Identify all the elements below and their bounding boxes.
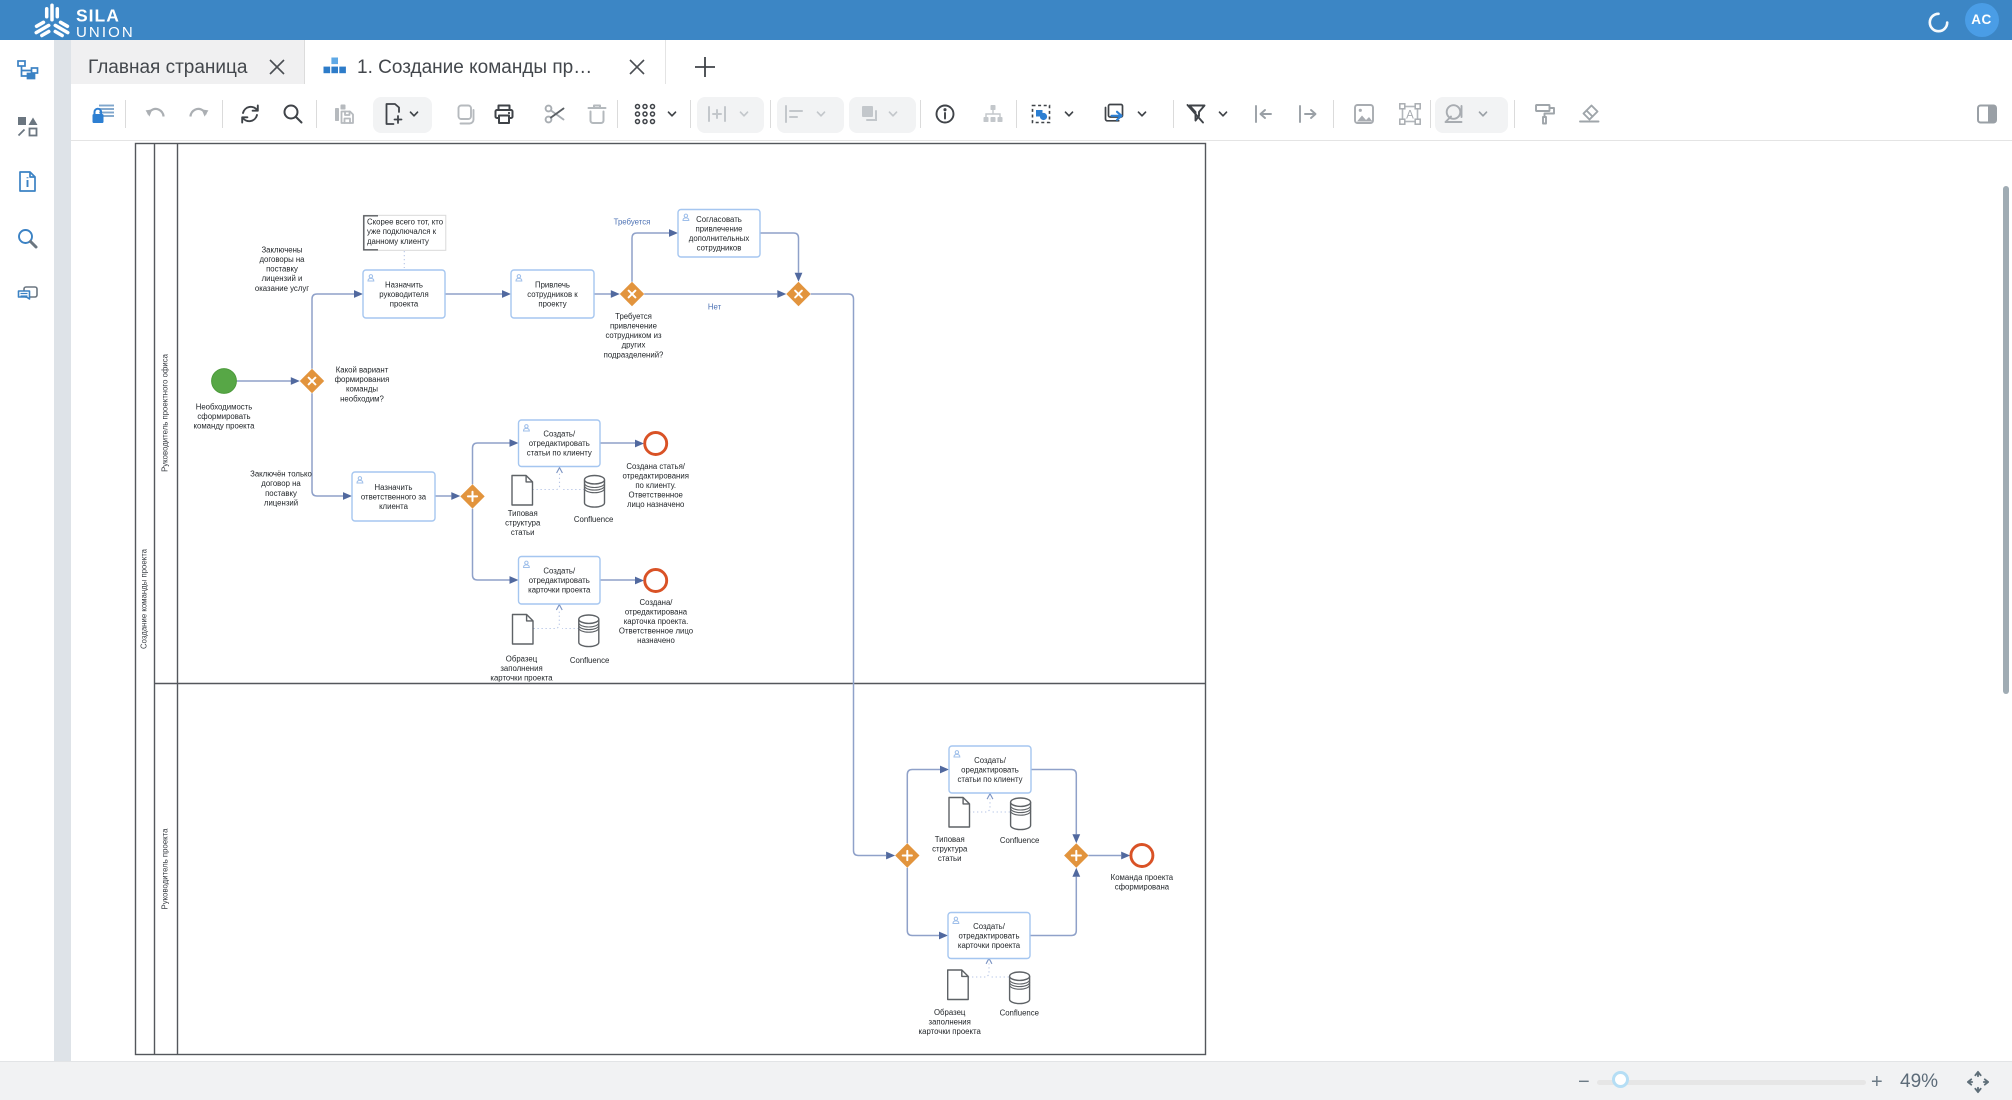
svg-text:Образецзаполнениякарточки прое: Образецзаполнениякарточки проекта: [919, 1008, 982, 1036]
svg-text:Нет: Нет: [708, 303, 722, 312]
svg-text:Требуетсяпривлечениесотруднико: Требуетсяпривлечениесотрудником издругих…: [604, 312, 664, 359]
svg-text:Руководитель проектного офиса: Руководитель проектного офиса: [161, 353, 170, 472]
svg-text:Команда проектасформирована: Команда проектасформирована: [1111, 873, 1174, 892]
svg-text:Заключеныдоговоры напоставкули: Заключеныдоговоры напоставкулицензий иок…: [255, 245, 309, 292]
svg-text:Необходимостьсформироватькоман: Необходимостьсформироватькоманду проекта: [193, 402, 255, 430]
svg-text:Confluence: Confluence: [1000, 836, 1039, 845]
svg-text:Типоваяструктурастатьи: Типоваяструктурастатьи: [505, 509, 541, 537]
svg-text:Создание команды проекта: Создание команды проекта: [140, 548, 149, 649]
svg-text:Заключён толькодоговор напоста: Заключён толькодоговор напоставкулицензи…: [250, 470, 312, 508]
svg-text:Типоваяструктурастатьи: Типоваяструктурастатьи: [932, 835, 968, 863]
svg-text:Требуется: Требуется: [614, 218, 651, 227]
svg-text:Confluence: Confluence: [570, 656, 609, 665]
svg-text:Согласоватьпривлечениедополнит: Согласоватьпривлечениедополнительныхсотр…: [689, 215, 750, 253]
svg-text:Руководитель проекта: Руководитель проекта: [161, 828, 170, 910]
svg-text:Создана/отредактированакарточк: Создана/отредактированакарточка проекта.…: [619, 598, 694, 645]
svg-text:Какой вариантформированиякоман: Какой вариантформированиякомандынеобходи…: [335, 366, 390, 404]
svg-text:Образецзаполнениякарточки прое: Образецзаполнениякарточки проекта: [490, 654, 553, 682]
svg-text:Confluence: Confluence: [574, 515, 613, 524]
svg-text:Confluence: Confluence: [1000, 1009, 1039, 1018]
svg-text:Создана статья/отредактировани: Создана статья/отредактированияпо клиент…: [622, 462, 689, 509]
